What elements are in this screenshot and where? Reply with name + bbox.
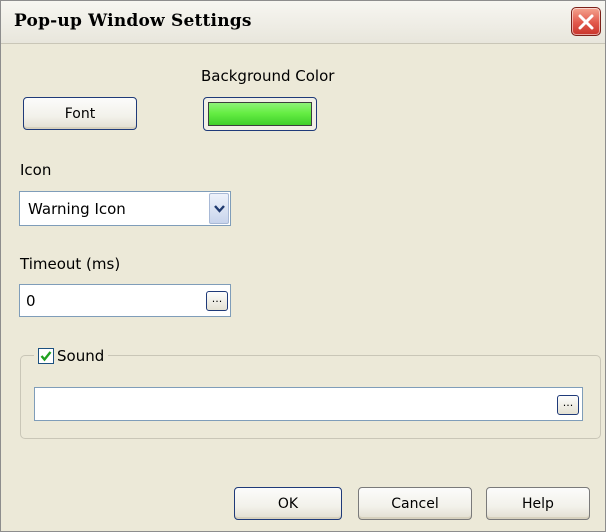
help-button-label: Help (522, 495, 554, 512)
dialog-title: Pop-up Window Settings (14, 11, 252, 31)
ok-button[interactable]: OK (234, 487, 342, 520)
chevron-down-icon (214, 205, 225, 213)
background-color-swatch (208, 102, 312, 126)
background-color-label: Background Color (201, 67, 335, 85)
timeout-label: Timeout (ms) (20, 255, 121, 273)
close-button[interactable] (571, 7, 601, 36)
sound-browse-button[interactable]: ... (557, 395, 579, 415)
ok-button-label: OK (277, 495, 299, 512)
sound-label: Sound (57, 347, 105, 365)
help-button[interactable]: Help (486, 487, 590, 520)
cancel-button-label: Cancel (391, 495, 439, 512)
title-bar[interactable]: Pop-up Window Settings (1, 1, 605, 44)
close-icon (578, 14, 594, 30)
font-button[interactable]: Font (23, 97, 137, 130)
timeout-value: 0 (26, 292, 36, 310)
icon-label: Icon (20, 161, 52, 179)
sound-legend: Sound (34, 345, 109, 367)
sound-path-input[interactable]: ... (34, 387, 583, 421)
timeout-input[interactable]: 0 ... (19, 284, 231, 317)
background-color-button[interactable] (203, 97, 317, 131)
cancel-button[interactable]: Cancel (358, 487, 472, 520)
check-icon (40, 351, 52, 362)
icon-select-value: Warning Icon (28, 200, 126, 218)
popup-settings-dialog: Pop-up Window Settings Font Background C… (0, 0, 606, 532)
sound-checkbox[interactable] (38, 348, 54, 364)
font-button-label: Font (64, 105, 96, 122)
timeout-browse-button[interactable]: ... (206, 291, 228, 311)
icon-select[interactable]: Warning Icon (19, 191, 231, 226)
icon-dropdown-button[interactable] (209, 193, 229, 224)
